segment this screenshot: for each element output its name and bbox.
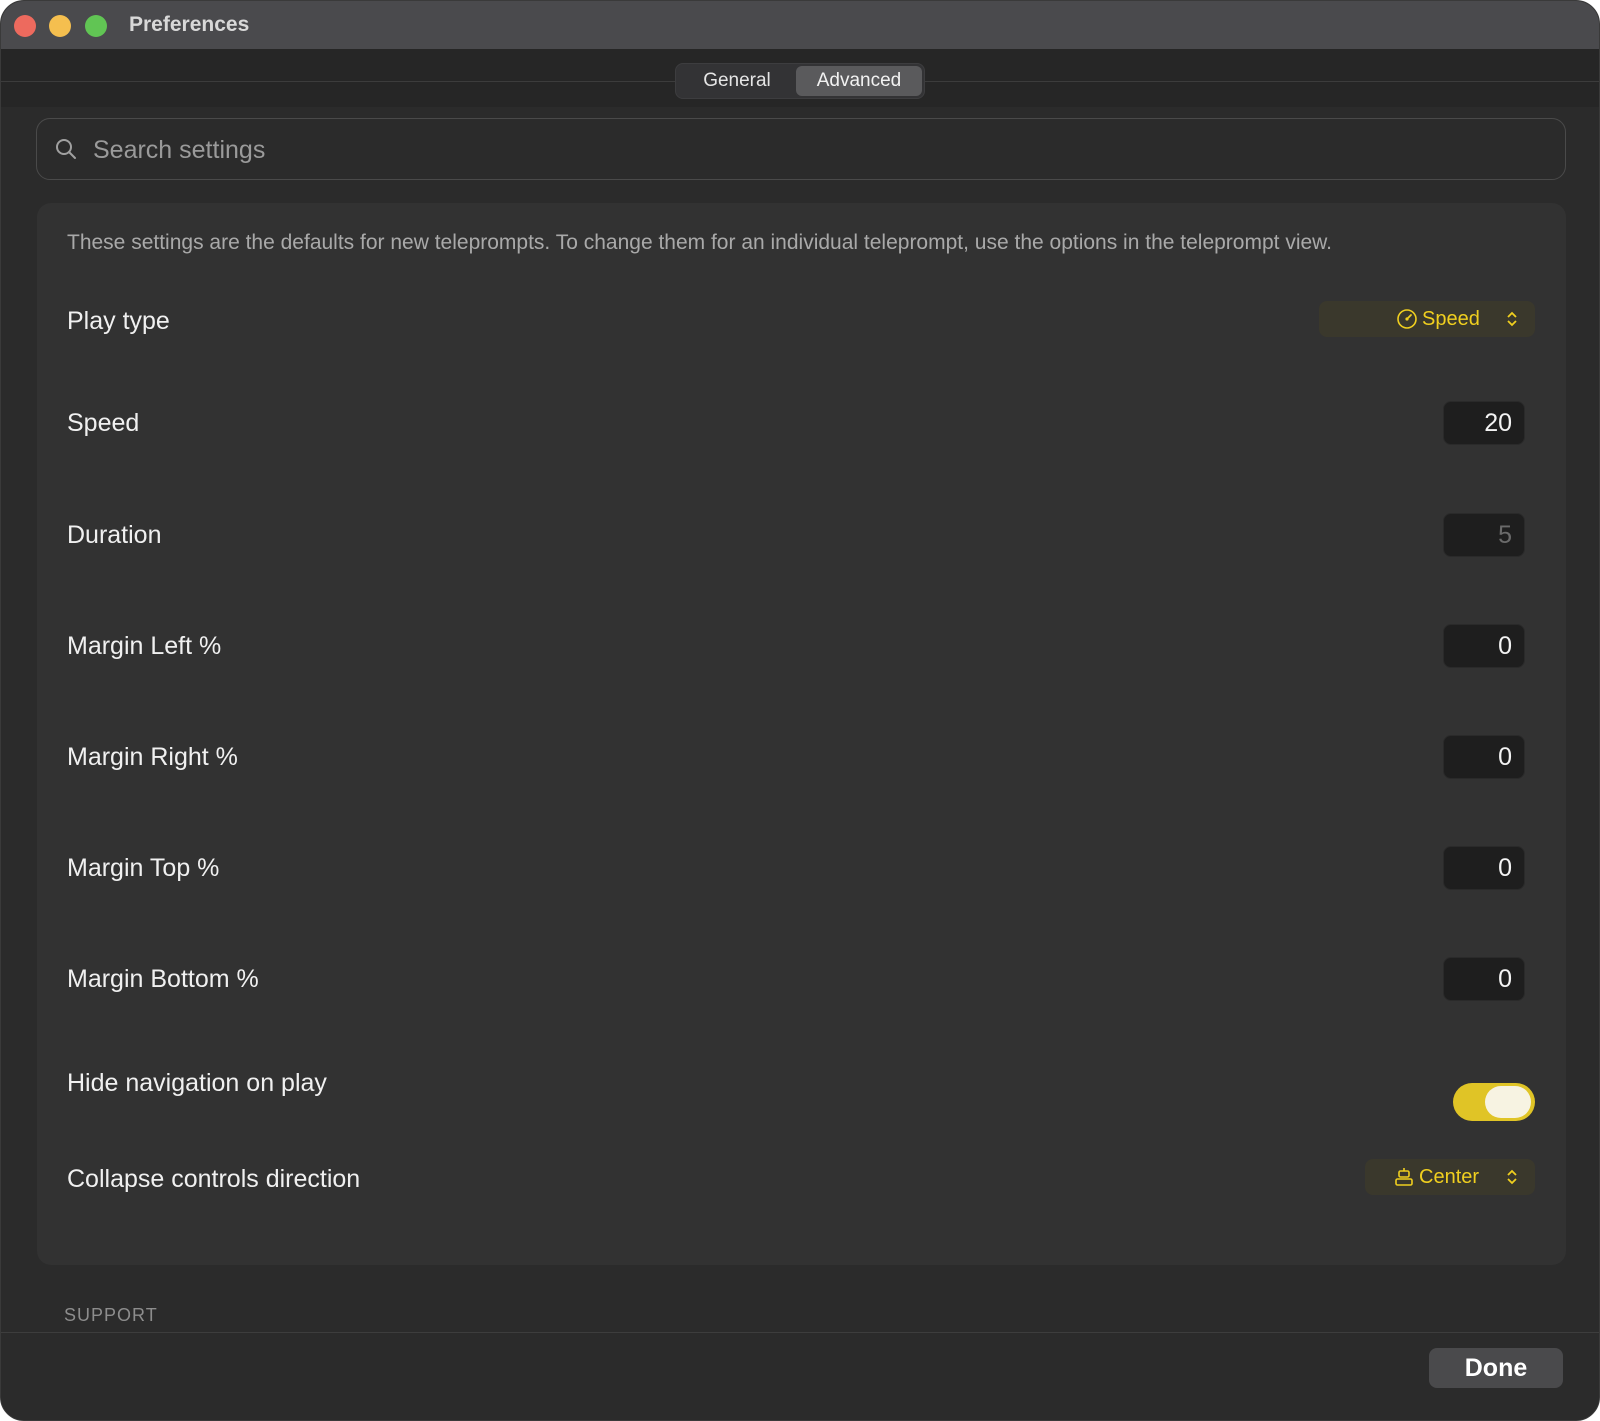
play-type-popup[interactable]: Speed bbox=[1319, 301, 1535, 337]
search-field[interactable] bbox=[36, 118, 1566, 180]
tab-general[interactable]: General bbox=[678, 66, 796, 96]
margin-top-field[interactable]: 0 bbox=[1443, 846, 1525, 890]
minimize-window-button[interactable] bbox=[49, 15, 71, 37]
speed-label: Speed bbox=[67, 409, 140, 437]
preferences-window: Preferences General Advanced These setti… bbox=[0, 0, 1600, 1421]
chevron-up-down-icon bbox=[1507, 1169, 1517, 1185]
done-button[interactable]: Done bbox=[1429, 1348, 1563, 1388]
margin-left-label: Margin Left % bbox=[67, 632, 222, 660]
margin-top-label: Margin Top % bbox=[67, 854, 220, 882]
duration-label: Duration bbox=[67, 521, 162, 549]
zoom-window-button[interactable] bbox=[85, 15, 107, 37]
settings-description: These settings are the defaults for new … bbox=[67, 231, 1333, 254]
play-type-value: Speed bbox=[1422, 308, 1480, 330]
duration-field[interactable]: 5 bbox=[1443, 513, 1525, 557]
margin-left-field[interactable]: 0 bbox=[1443, 624, 1525, 668]
margin-bottom-label: Margin Bottom % bbox=[67, 965, 259, 993]
settings-card: These settings are the defaults for new … bbox=[37, 203, 1566, 1265]
margin-right-label: Margin Right % bbox=[67, 743, 238, 771]
speed-field[interactable]: 20 bbox=[1443, 401, 1525, 445]
search-icon bbox=[56, 139, 76, 159]
window-title: Preferences bbox=[129, 13, 250, 36]
align-center-icon bbox=[1395, 1168, 1413, 1186]
play-type-label: Play type bbox=[67, 307, 170, 335]
speedometer-icon bbox=[1397, 309, 1417, 329]
collapse-direction-value: Center bbox=[1419, 1166, 1480, 1188]
collapse-direction-popup[interactable]: Center bbox=[1365, 1159, 1535, 1195]
collapse-direction-label: Collapse controls direction bbox=[67, 1165, 361, 1193]
search-input[interactable] bbox=[91, 129, 1495, 171]
support-section-header: SUPPORT bbox=[64, 1305, 158, 1325]
chevron-up-down-icon bbox=[1507, 311, 1517, 327]
title-bar: Preferences bbox=[1, 1, 1599, 49]
margin-right-field[interactable]: 0 bbox=[1443, 735, 1525, 779]
footer-bar: Done bbox=[1, 1332, 1599, 1420]
close-window-button[interactable] bbox=[14, 15, 36, 37]
tab-advanced[interactable]: Advanced bbox=[796, 66, 922, 96]
hide-navigation-toggle[interactable] bbox=[1453, 1083, 1535, 1121]
margin-bottom-field[interactable]: 0 bbox=[1443, 957, 1525, 1001]
tab-segmented-control: General Advanced bbox=[675, 63, 925, 99]
toggle-knob bbox=[1485, 1086, 1531, 1118]
hide-navigation-label: Hide navigation on play bbox=[67, 1069, 327, 1097]
